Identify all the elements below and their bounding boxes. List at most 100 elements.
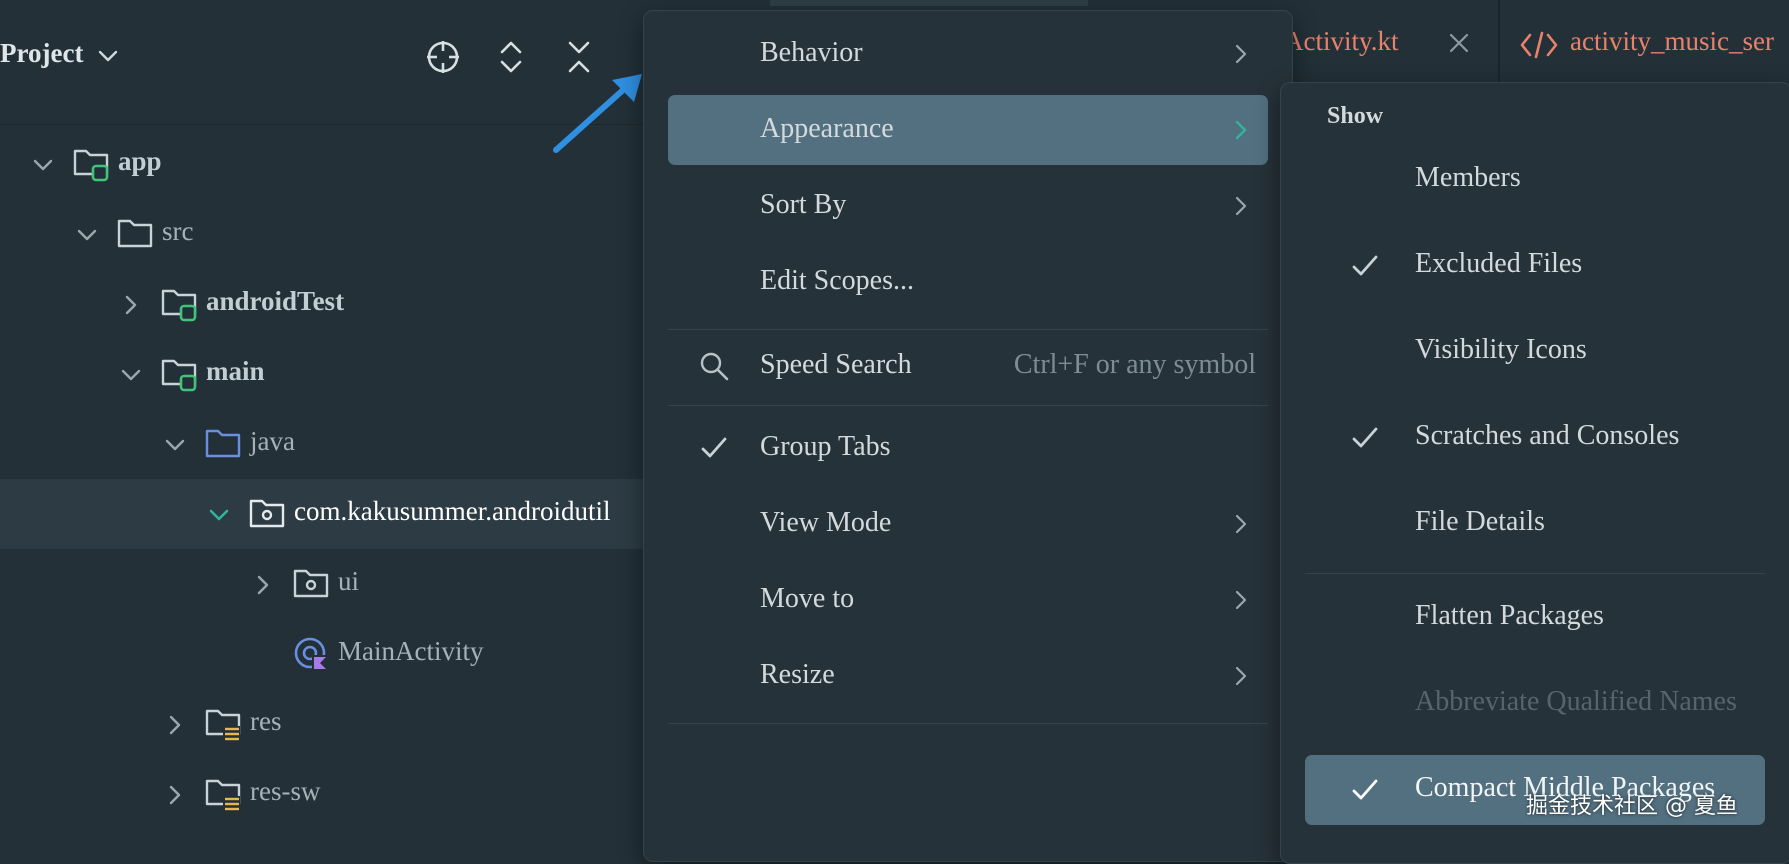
tree-item-label: androidTest [206, 286, 345, 316]
menu-item-label: Move to [760, 583, 855, 614]
tree-item-label: main [206, 356, 265, 386]
chevron-right-icon [1235, 514, 1247, 534]
tree-row[interactable]: java [0, 409, 660, 479]
close-icon[interactable] [1446, 30, 1472, 56]
submenu-item-label: File Details [1415, 506, 1545, 537]
tree-item-label: java [250, 426, 295, 456]
menu-item-label: Resize [760, 659, 835, 690]
menu-item-sort-by[interactable]: Sort By [668, 171, 1268, 241]
tree-item-label: ui [338, 566, 360, 596]
source-folder-icon [205, 429, 241, 458]
kotlin-class-icon [294, 637, 328, 671]
annotation-arrow-icon [553, 74, 642, 153]
search-icon [700, 352, 729, 381]
tree-item-label: src [162, 216, 194, 246]
project-title[interactable]: Project [0, 38, 83, 69]
menu-separator [668, 723, 1268, 724]
tree-row[interactable]: src [0, 199, 660, 269]
menu-item-appearance[interactable]: Appearance [668, 95, 1268, 165]
chevron-right-icon [1235, 120, 1247, 140]
tree-row-selected[interactable]: com.kakusummer.androidutil [0, 479, 660, 549]
tab-active-indicator [770, 0, 1088, 6]
tree-row[interactable]: res [0, 689, 660, 759]
chevron-right-icon [1235, 590, 1247, 610]
submenu-item-label: Members [1415, 162, 1521, 193]
module-folder-icon [161, 289, 197, 322]
chevron-down-icon[interactable] [96, 44, 120, 68]
editor-tab-label[interactable]: activity_music_ser [1570, 26, 1774, 57]
tab-divider [1498, 0, 1500, 88]
expand-all-icon[interactable] [492, 38, 530, 76]
menu-item-label: Sort By [760, 189, 847, 220]
menu-separator [668, 329, 1268, 330]
menu-item-edit-scopes[interactable]: Edit Scopes... [668, 247, 1268, 317]
menu-item-move-to[interactable]: Move to [668, 565, 1268, 635]
checkmark-icon [1352, 255, 1378, 276]
tree-row[interactable]: ui [0, 549, 660, 619]
menu-separator [1305, 573, 1765, 574]
menu-item-group-tabs[interactable]: Group Tabs [668, 413, 1268, 483]
menu-separator [668, 405, 1268, 406]
chevron-right-icon[interactable] [118, 292, 144, 318]
package-icon [249, 499, 285, 528]
menu-item-label: Group Tabs [760, 431, 891, 462]
menu-item-label: View Mode [760, 507, 892, 538]
chevron-down-icon[interactable] [206, 502, 232, 528]
resource-folder-icon [205, 709, 241, 741]
tree-row[interactable]: androidTest [0, 269, 660, 339]
checkmark-icon [701, 437, 727, 458]
menu-item-view-mode[interactable]: View Mode [668, 489, 1268, 559]
tree-item-label: MainActivity [338, 636, 484, 666]
submenu-item-label: Excluded Files [1415, 248, 1583, 279]
menu-item-label: Edit Scopes... [760, 265, 914, 296]
crosshair-icon[interactable] [424, 38, 462, 76]
chevron-right-icon [1235, 666, 1247, 686]
tree-row[interactable]: main [0, 339, 660, 409]
tree-item-label: com.kakusummer.androidutil [294, 496, 611, 526]
submenu-item-visibility-icons[interactable]: Visibility Icons [1305, 317, 1765, 387]
tree-row[interactable]: MainActivity [0, 619, 660, 689]
submenu-item-scratches-consoles[interactable]: Scratches and Consoles [1305, 403, 1765, 473]
chevron-right-icon [1235, 44, 1247, 64]
folder-icon [117, 219, 153, 248]
chevron-down-icon[interactable] [30, 152, 56, 178]
checkmark-icon [1352, 779, 1378, 800]
chevron-down-icon[interactable] [118, 362, 144, 388]
chevron-right-icon[interactable] [162, 712, 188, 738]
submenu-item-label: Abbreviate Qualified Names [1415, 686, 1737, 717]
chevron-right-icon [1235, 196, 1247, 216]
submenu-section-header: Show [1327, 103, 1384, 129]
menu-item-behavior[interactable]: Behavior [668, 19, 1268, 89]
submenu-item-flatten-packages[interactable]: Flatten Packages [1305, 583, 1765, 653]
menu-item-label: Speed Search [760, 349, 912, 380]
chevron-down-icon[interactable] [74, 222, 100, 248]
package-icon [293, 569, 329, 598]
checkmark-icon [1352, 427, 1378, 448]
appearance-submenu: Show Members Excluded Files Visibility I… [1280, 82, 1789, 864]
submenu-item-abbreviate-names: Abbreviate Qualified Names [1305, 669, 1765, 739]
submenu-item-members[interactable]: Members [1305, 145, 1765, 215]
tree-item-label: res-sw [250, 776, 321, 806]
module-folder-icon [161, 359, 197, 392]
watermark: 掘金技术社区 @ 夏鱼 [1526, 794, 1738, 819]
submenu-item-label: Visibility Icons [1415, 334, 1587, 365]
menu-item-label: Behavior [760, 37, 863, 68]
tree-item-label: app [118, 146, 162, 176]
submenu-item-label: Flatten Packages [1415, 600, 1604, 631]
shortcut-hint: Ctrl+F or any symbol [1013, 349, 1256, 380]
submenu-item-excluded-files[interactable]: Excluded Files [1305, 231, 1765, 301]
menu-item-resize[interactable]: Resize [668, 641, 1268, 711]
resource-folder-icon [205, 779, 241, 811]
chevron-right-icon[interactable] [250, 572, 276, 598]
xml-layout-icon [1520, 31, 1558, 59]
menu-item-speed-search[interactable]: Speed Search Ctrl+F or any symbol [668, 331, 1268, 401]
chevron-down-icon[interactable] [162, 432, 188, 458]
module-folder-icon [73, 149, 109, 182]
submenu-item-file-details[interactable]: File Details [1305, 489, 1765, 559]
options-context-menu: Behavior Appearance Sort By Edit Scopes.… [643, 10, 1293, 862]
tree-row[interactable]: res-sw [0, 759, 660, 829]
tree-item-label: res [250, 706, 282, 736]
menu-item-label: Appearance [760, 113, 894, 144]
submenu-item-label: Scratches and Consoles [1415, 420, 1680, 451]
chevron-right-icon[interactable] [162, 782, 188, 808]
